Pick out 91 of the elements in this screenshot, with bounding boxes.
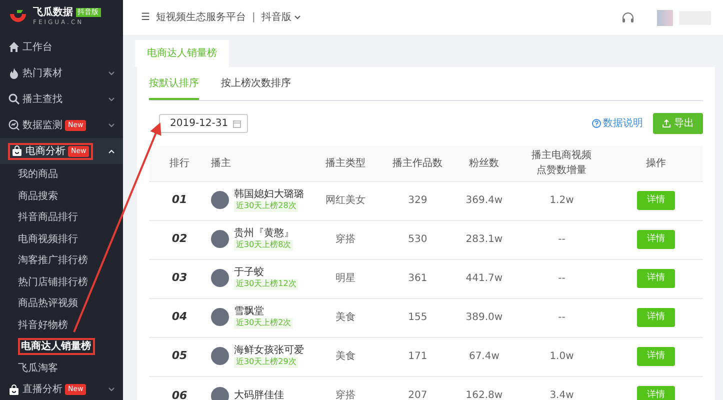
table-cell: 207	[408, 390, 428, 400]
submenu-item[interactable]: 热门店铺排行榜	[18, 274, 88, 290]
table-cell: 441.7w	[466, 273, 503, 284]
submenu-item[interactable]: 商品热评视频	[18, 296, 78, 312]
sidebar-item[interactable]: 直播分析	[22, 382, 62, 397]
sidebar-item[interactable]: 数据监测	[22, 118, 62, 132]
platform-title: 短视频生态服务平台	[156, 10, 246, 25]
flame-icon	[8, 67, 20, 79]
column-header: 排行	[169, 158, 190, 169]
submenu-item[interactable]: 电商达人销量榜	[18, 338, 95, 356]
table-cell: --	[558, 312, 566, 323]
avatar-placeholder	[210, 269, 229, 288]
version-dropdown[interactable]: 抖音版	[261, 10, 301, 25]
table-cell: 网红美女	[326, 195, 366, 206]
submenu-item[interactable]: 商品搜索	[18, 188, 58, 204]
column-header: 操作	[646, 158, 666, 169]
table-cell: 171	[408, 351, 428, 362]
caret-icon	[294, 15, 301, 20]
avatar-placeholder	[210, 386, 229, 400]
home-icon	[8, 41, 20, 53]
table-cell: 穿搭	[336, 390, 356, 400]
date-field[interactable]: 2019-12-31	[159, 114, 248, 133]
submenu-item[interactable]: 抖音好物榜	[18, 318, 68, 333]
shopping-bag-icon	[11, 145, 23, 157]
table-cell: 美食	[336, 351, 356, 362]
table-cell: 155	[408, 312, 428, 323]
table-cell: 162.8w	[466, 390, 503, 400]
sidebar-item[interactable]: 播主查找	[22, 92, 62, 106]
upload-icon	[662, 119, 671, 128]
table-cell: 369.4w	[466, 195, 503, 206]
table-cell: 283.1w	[466, 234, 503, 245]
table-cell: 美食	[336, 312, 356, 323]
question-icon	[592, 119, 600, 128]
logo-name: 飞瓜数据	[33, 8, 73, 18]
table-cell: 530	[408, 234, 428, 245]
column-header: 播主作品数	[392, 158, 443, 169]
submenu-item[interactable]: 淘客推广排行榜	[18, 253, 88, 268]
anchor-name[interactable]: 海鲜女孩张可爱	[234, 345, 304, 358]
submenu-item[interactable]: 飞瓜淘客	[18, 360, 58, 376]
table-cell: --	[558, 234, 566, 245]
headset-icon	[621, 10, 635, 24]
anchor-name[interactable]: 雪飘堂	[234, 306, 264, 318]
rank-number: 06	[172, 388, 188, 400]
column-header: 播主类型	[326, 158, 366, 169]
anchor-name[interactable]: 大码胖佳佳	[234, 390, 284, 400]
avatar-placeholder	[657, 10, 673, 26]
table-cell: 1.2w	[550, 195, 574, 206]
avatar-placeholder	[210, 347, 229, 366]
column-header: 播主电商视频点赞数增量	[532, 148, 592, 178]
ranking-count-tag: 近30天上榜28次	[234, 201, 298, 212]
rank-number: 02	[172, 232, 188, 246]
table-cell: 穿搭	[336, 234, 356, 245]
logo-icon	[8, 9, 28, 25]
table-cell: --	[558, 273, 566, 284]
rank-number: 03	[172, 271, 188, 284]
table-cell: 67.4w	[468, 351, 500, 362]
table-cell: 1.0w	[550, 351, 574, 362]
table-cell: 329	[408, 195, 428, 206]
submenu-item[interactable]: 电商视频排行	[18, 232, 78, 247]
shopping-bag-icon	[8, 384, 20, 396]
calendar-icon	[233, 120, 241, 128]
title-separator: |	[252, 11, 256, 25]
ranking-count-tag: 近30天上榜29次	[234, 357, 298, 368]
sidebar-item[interactable]: 工作台	[22, 40, 52, 54]
sidebar-item[interactable]: 热门素材	[22, 66, 62, 80]
table-cell: 3.4w	[550, 390, 574, 400]
ranking-count-tag: 近30天上榜8次	[234, 240, 294, 251]
table-cell: 389.0w	[466, 312, 503, 323]
ranking-count-tag: 近30天上榜2次	[234, 318, 294, 329]
column-header: 播主	[210, 158, 231, 169]
column-header: 粉丝数	[469, 158, 500, 169]
magnifier-chart-icon	[8, 119, 20, 131]
submenu-item[interactable]: 我的商品	[18, 167, 58, 182]
anchor-name[interactable]: 韩国媳妇大璐璐	[234, 189, 304, 202]
sidebar-item[interactable]: 电商分析	[26, 144, 66, 158]
sort-tab[interactable]: 按上榜次数排序	[221, 67, 291, 100]
avatar-placeholder	[210, 191, 229, 210]
ranking-count-tag: 近30天上榜12次	[234, 279, 298, 290]
rank-number: 04	[172, 310, 188, 324]
avatar-placeholder	[210, 230, 229, 248]
submenu-item[interactable]: 抖音商品排行	[18, 210, 78, 226]
search-icon	[8, 93, 20, 105]
avatar-placeholder	[210, 308, 229, 326]
table-cell: 明星	[336, 273, 356, 284]
help-link[interactable]: 数据说明	[592, 116, 643, 131]
rank-number: 01	[172, 193, 188, 206]
anchor-name[interactable]: 贵州『黄憨』	[234, 228, 294, 240]
anchor-name[interactable]: 于子蛟	[234, 267, 264, 280]
menu-icon[interactable]: ☰	[141, 10, 150, 25]
rank-number: 05	[172, 349, 188, 362]
table-cell: 361	[408, 273, 428, 284]
